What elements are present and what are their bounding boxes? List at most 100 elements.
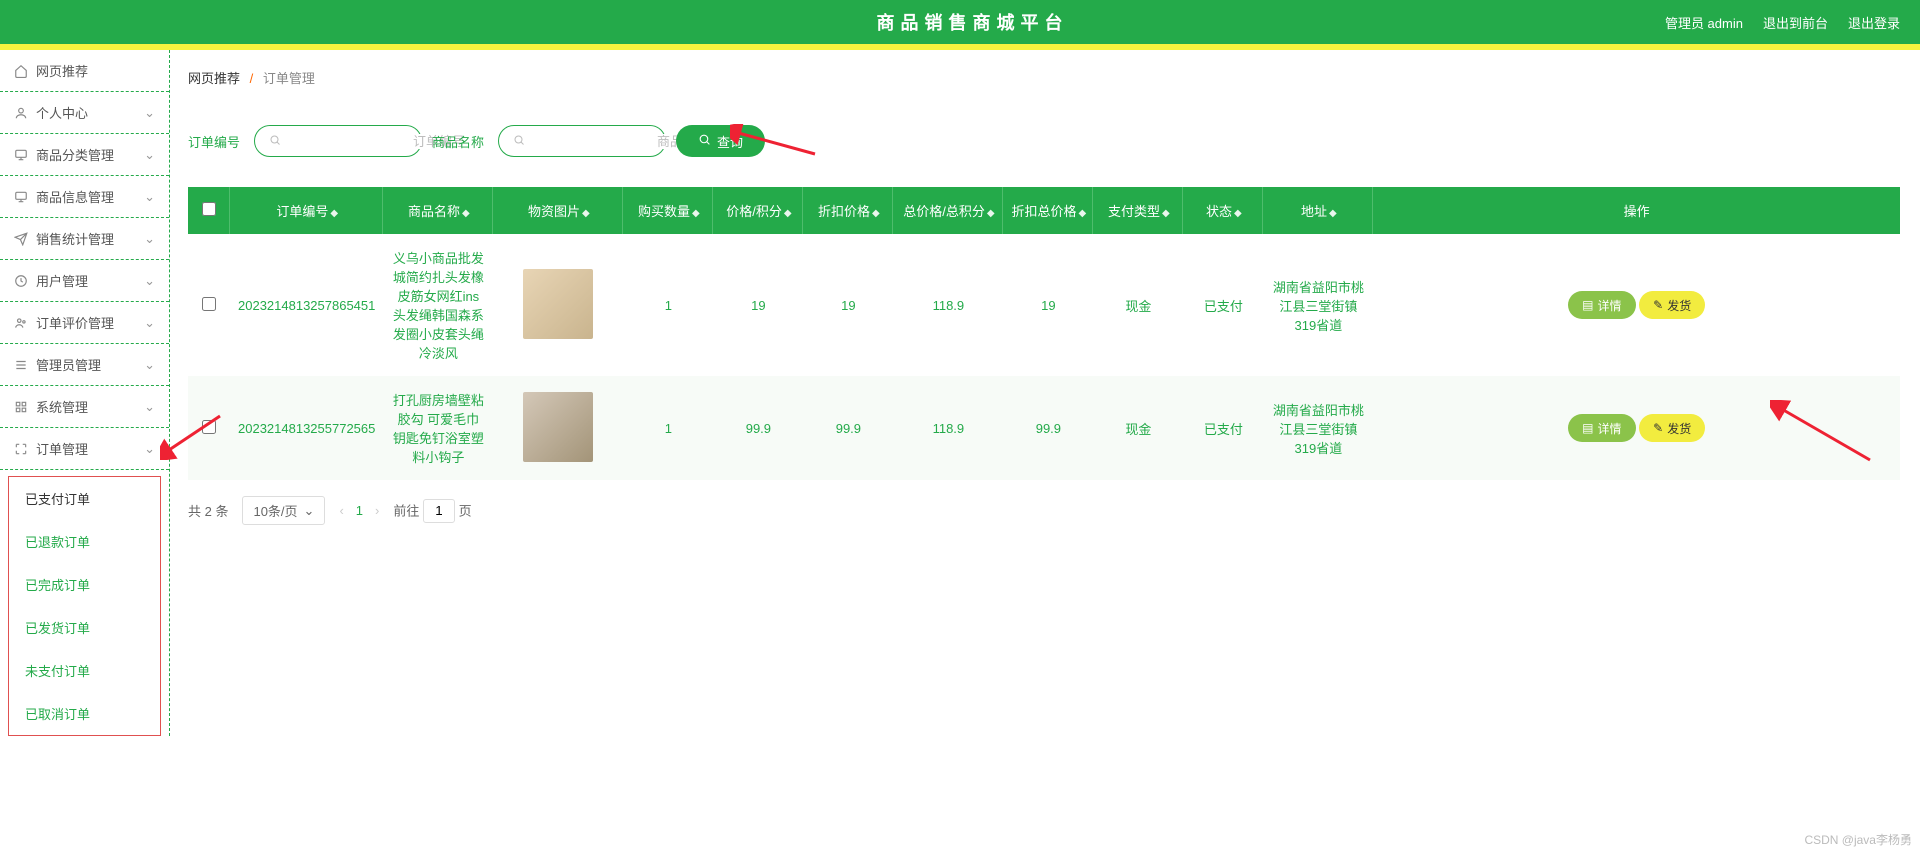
cell-status: 已支付 xyxy=(1183,376,1263,480)
chevron-down-icon: ⌄ xyxy=(304,503,315,519)
sidebar-item-label: 订单管理 xyxy=(36,439,88,458)
th-image[interactable]: 物资图片◆ xyxy=(493,187,623,234)
chevron-down-icon: ⌄ xyxy=(144,315,155,331)
sort-icon: ◆ xyxy=(987,208,993,219)
panel: 订单编号 商品名称 查询 xyxy=(188,101,1920,551)
page-size-select[interactable]: 10条/页 ⌄ xyxy=(242,496,325,525)
user-label[interactable]: 管理员 admin xyxy=(1665,13,1743,32)
sidebar-item-reviews[interactable]: 订单评价管理 ⌄ xyxy=(0,302,169,344)
logout-link[interactable]: 退出登录 xyxy=(1848,13,1900,32)
order-no-input-wrap[interactable] xyxy=(254,125,422,157)
sidebar-item-label: 个人中心 xyxy=(36,103,88,122)
edit-icon: ✎ xyxy=(1653,298,1663,312)
sort-icon: ◆ xyxy=(330,208,336,219)
th-check xyxy=(188,187,230,234)
product-thumbnail[interactable] xyxy=(523,392,593,462)
ship-button[interactable]: ✎发货 xyxy=(1639,291,1705,319)
topbar-right: 管理员 admin 退出到前台 退出登录 xyxy=(1665,13,1900,32)
product-thumbnail[interactable] xyxy=(523,269,593,339)
th-qty[interactable]: 购买数量◆ xyxy=(623,187,713,234)
sidebar-item-product[interactable]: 商品信息管理 ⌄ xyxy=(0,176,169,218)
product-name-label: 商品名称 xyxy=(432,132,484,151)
cell-discount: 99.9 xyxy=(803,376,893,480)
sort-icon: ◆ xyxy=(462,208,468,219)
chevron-down-icon: ⌄ xyxy=(144,399,155,415)
th-actions: 操作 xyxy=(1373,187,1900,234)
search-icon xyxy=(269,134,281,149)
expand-icon xyxy=(14,442,28,456)
table-row: 2023214813257865451 义乌小商品批发城简约扎头发橡皮筋女网红i… xyxy=(188,234,1900,376)
sort-icon: ◆ xyxy=(784,208,790,219)
submenu-refunded[interactable]: 已退款订单 xyxy=(9,520,160,563)
list-icon: ▤ xyxy=(1582,421,1593,435)
th-order-no[interactable]: 订单编号◆ xyxy=(230,187,383,234)
pagination: 共 2 条 10条/页 ⌄ ‹ 1 › 前往 页 xyxy=(188,480,1900,531)
pager-prev[interactable]: ‹ xyxy=(339,503,343,518)
pager-next[interactable]: › xyxy=(375,503,379,518)
breadcrumb-sep: / xyxy=(244,71,260,86)
product-name-input-wrap[interactable] xyxy=(498,125,666,157)
query-button[interactable]: 查询 xyxy=(676,125,765,157)
sidebar-item-users[interactable]: 用户管理 ⌄ xyxy=(0,260,169,302)
th-name[interactable]: 商品名称◆ xyxy=(383,187,493,234)
chevron-down-icon: ⌄ xyxy=(144,441,155,457)
sidebar-item-orders[interactable]: 订单管理 ⌄ xyxy=(0,428,169,470)
sidebar-item-home[interactable]: 网页推荐 xyxy=(0,50,169,92)
sidebar-item-system[interactable]: 系统管理 ⌄ xyxy=(0,386,169,428)
pager-total: 共 2 条 xyxy=(188,501,228,520)
chevron-down-icon: ⌄ xyxy=(144,231,155,247)
sidebar-item-label: 订单评价管理 xyxy=(36,313,114,332)
ship-button[interactable]: ✎发货 xyxy=(1639,414,1705,442)
sort-icon: ◆ xyxy=(872,208,878,219)
sidebar-item-label: 商品信息管理 xyxy=(36,187,114,206)
monitor-icon xyxy=(14,148,28,162)
submenu-cancelled[interactable]: 已取消订单 xyxy=(9,692,160,735)
pager-goto-input[interactable] xyxy=(423,499,455,523)
cell-price: 19 xyxy=(713,234,803,376)
chevron-down-icon: ⌄ xyxy=(144,147,155,163)
breadcrumb-current: 订单管理 xyxy=(263,71,315,86)
clock-icon xyxy=(14,274,28,288)
th-price[interactable]: 价格/积分◆ xyxy=(713,187,803,234)
breadcrumb-root[interactable]: 网页推荐 xyxy=(188,71,240,86)
sidebar-item-profile[interactable]: 个人中心 ⌄ xyxy=(0,92,169,134)
back-front-link[interactable]: 退出到前台 xyxy=(1763,13,1828,32)
cog-icon xyxy=(14,400,28,414)
submenu-paid[interactable]: 已支付订单 xyxy=(9,477,160,520)
submenu-shipped[interactable]: 已发货订单 xyxy=(9,606,160,649)
select-all-checkbox[interactable] xyxy=(202,202,216,216)
cell-order-no: 2023214813255772565 xyxy=(230,376,383,480)
search-row: 订单编号 商品名称 查询 xyxy=(188,101,1900,187)
th-discount-total[interactable]: 折扣总价格◆ xyxy=(1003,187,1093,234)
users-icon xyxy=(14,316,28,330)
cell-image xyxy=(493,234,623,376)
cell-name: 打孔厨房墙壁粘胶勾 可爱毛巾钥匙免钉浴室塑料小钩子 xyxy=(383,376,493,480)
menu-icon xyxy=(14,358,28,372)
row-checkbox[interactable] xyxy=(202,420,216,434)
detail-button[interactable]: ▤详情 xyxy=(1568,414,1635,442)
sidebar-item-sales[interactable]: 销售统计管理 ⌄ xyxy=(0,218,169,260)
th-total[interactable]: 总价格/总积分◆ xyxy=(893,187,1003,234)
cell-total: 118.9 xyxy=(893,376,1003,480)
th-status[interactable]: 状态◆ xyxy=(1183,187,1263,234)
sidebar-item-category[interactable]: 商品分类管理 ⌄ xyxy=(0,134,169,176)
home-icon xyxy=(14,64,28,78)
submenu-unpaid[interactable]: 未支付订单 xyxy=(9,649,160,692)
cell-address: 湖南省益阳市桃江县三堂街镇319省道 xyxy=(1263,234,1373,376)
row-checkbox[interactable] xyxy=(202,297,216,311)
detail-button[interactable]: ▤详情 xyxy=(1568,291,1635,319)
th-discount[interactable]: 折扣价格◆ xyxy=(803,187,893,234)
watermark: CSDN @java李杨勇 xyxy=(1804,831,1912,848)
chevron-down-icon: ⌄ xyxy=(144,105,155,121)
submenu-completed[interactable]: 已完成订单 xyxy=(9,563,160,606)
sidebar-item-label: 网页推荐 xyxy=(36,61,88,80)
pager-page[interactable]: 1 xyxy=(356,503,363,518)
th-address[interactable]: 地址◆ xyxy=(1263,187,1373,234)
search-icon xyxy=(698,133,711,149)
sidebar-item-label: 用户管理 xyxy=(36,271,88,290)
sidebar-item-admin[interactable]: 管理员管理 ⌄ xyxy=(0,344,169,386)
cell-discount-total: 99.9 xyxy=(1003,376,1093,480)
edit-icon: ✎ xyxy=(1653,421,1663,435)
sort-icon: ◆ xyxy=(1079,208,1085,219)
th-pay-type[interactable]: 支付类型◆ xyxy=(1093,187,1183,234)
